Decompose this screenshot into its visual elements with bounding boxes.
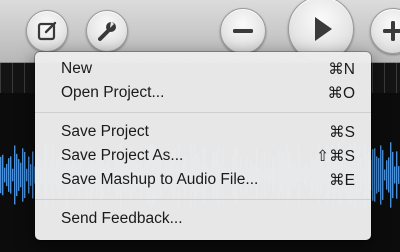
waveform-sample	[392, 151, 394, 199]
waveform-sample	[386, 160, 388, 190]
waveform-sample	[398, 166, 400, 184]
waveform-sample	[4, 167, 6, 183]
waveform-sample	[396, 151, 398, 199]
waveform-sample	[378, 158, 380, 192]
menu-item-new[interactable]: New ⌘N	[35, 58, 371, 80]
waveform-sample	[28, 156, 30, 194]
menu-item-save-mashup[interactable]: Save Mashup to Audio File... ⌘E	[35, 169, 371, 191]
menu-separator	[35, 199, 371, 200]
waveform-sample	[14, 145, 16, 205]
waveform-sample	[0, 156, 2, 194]
menu-item-save-project[interactable]: Save Project ⌘S	[35, 121, 371, 143]
waveform-sample	[6, 163, 8, 187]
menu-item-open-project[interactable]: Open Project... ⌘O	[35, 82, 371, 104]
waveform-sample	[22, 148, 24, 202]
waveform-sample	[10, 156, 12, 194]
menu-item-shortcut: ⌘E	[329, 172, 355, 189]
settings-button[interactable]	[86, 10, 128, 52]
waveform-sample	[394, 166, 396, 184]
menu-item-label: Save Project As...	[61, 147, 184, 164]
waveform-sample	[376, 156, 378, 194]
waveform-sample	[16, 153, 18, 197]
wrench-icon	[98, 21, 116, 41]
zoom-out-button[interactable]	[220, 8, 266, 54]
menu-item-label: New	[61, 60, 93, 77]
compose-icon	[37, 21, 57, 41]
waveform-sample	[382, 150, 384, 200]
waveform-sample	[12, 168, 14, 182]
menu-item-label: Open Project...	[61, 84, 165, 101]
waveform-sample	[18, 159, 20, 191]
plus-icon	[383, 21, 400, 41]
menu-item-send-feedback[interactable]: Send Feedback...	[35, 208, 371, 230]
waveform-sample	[32, 151, 34, 199]
waveform-sample	[374, 148, 376, 202]
file-menu: New ⌘N Open Project... ⌘O Save Project ⌘…	[35, 52, 371, 240]
menu-item-shortcut: ⇧⌘S	[316, 148, 355, 165]
menu-item-shortcut: ⌘N	[328, 61, 355, 78]
waveform-sample	[2, 154, 4, 196]
waveform-sample	[8, 158, 10, 192]
waveform-sample	[26, 168, 28, 182]
menu-separator	[35, 112, 371, 113]
menu-item-label: Save Mashup to Audio File...	[61, 171, 259, 188]
menu-item-save-project-as[interactable]: Save Project As... ⇧⌘S	[35, 145, 371, 167]
menu-item-label: Send Feedback...	[61, 210, 183, 227]
waveform-sample	[384, 169, 386, 181]
menu-item-shortcut: ⌘S	[329, 124, 355, 141]
menu-item-shortcut: ⌘O	[327, 85, 355, 102]
minus-icon	[233, 29, 253, 33]
waveform-sample	[380, 145, 382, 205]
waveform-sample	[388, 157, 390, 193]
waveform-sample	[390, 142, 392, 208]
waveform-sample	[372, 149, 374, 201]
menu-item-label: Save Project	[61, 123, 149, 140]
waveform-sample	[30, 164, 32, 186]
waveform-sample	[24, 151, 26, 199]
zoom-in-button[interactable]	[370, 8, 400, 54]
compose-button[interactable]	[26, 10, 68, 52]
waveform-sample	[20, 162, 22, 188]
